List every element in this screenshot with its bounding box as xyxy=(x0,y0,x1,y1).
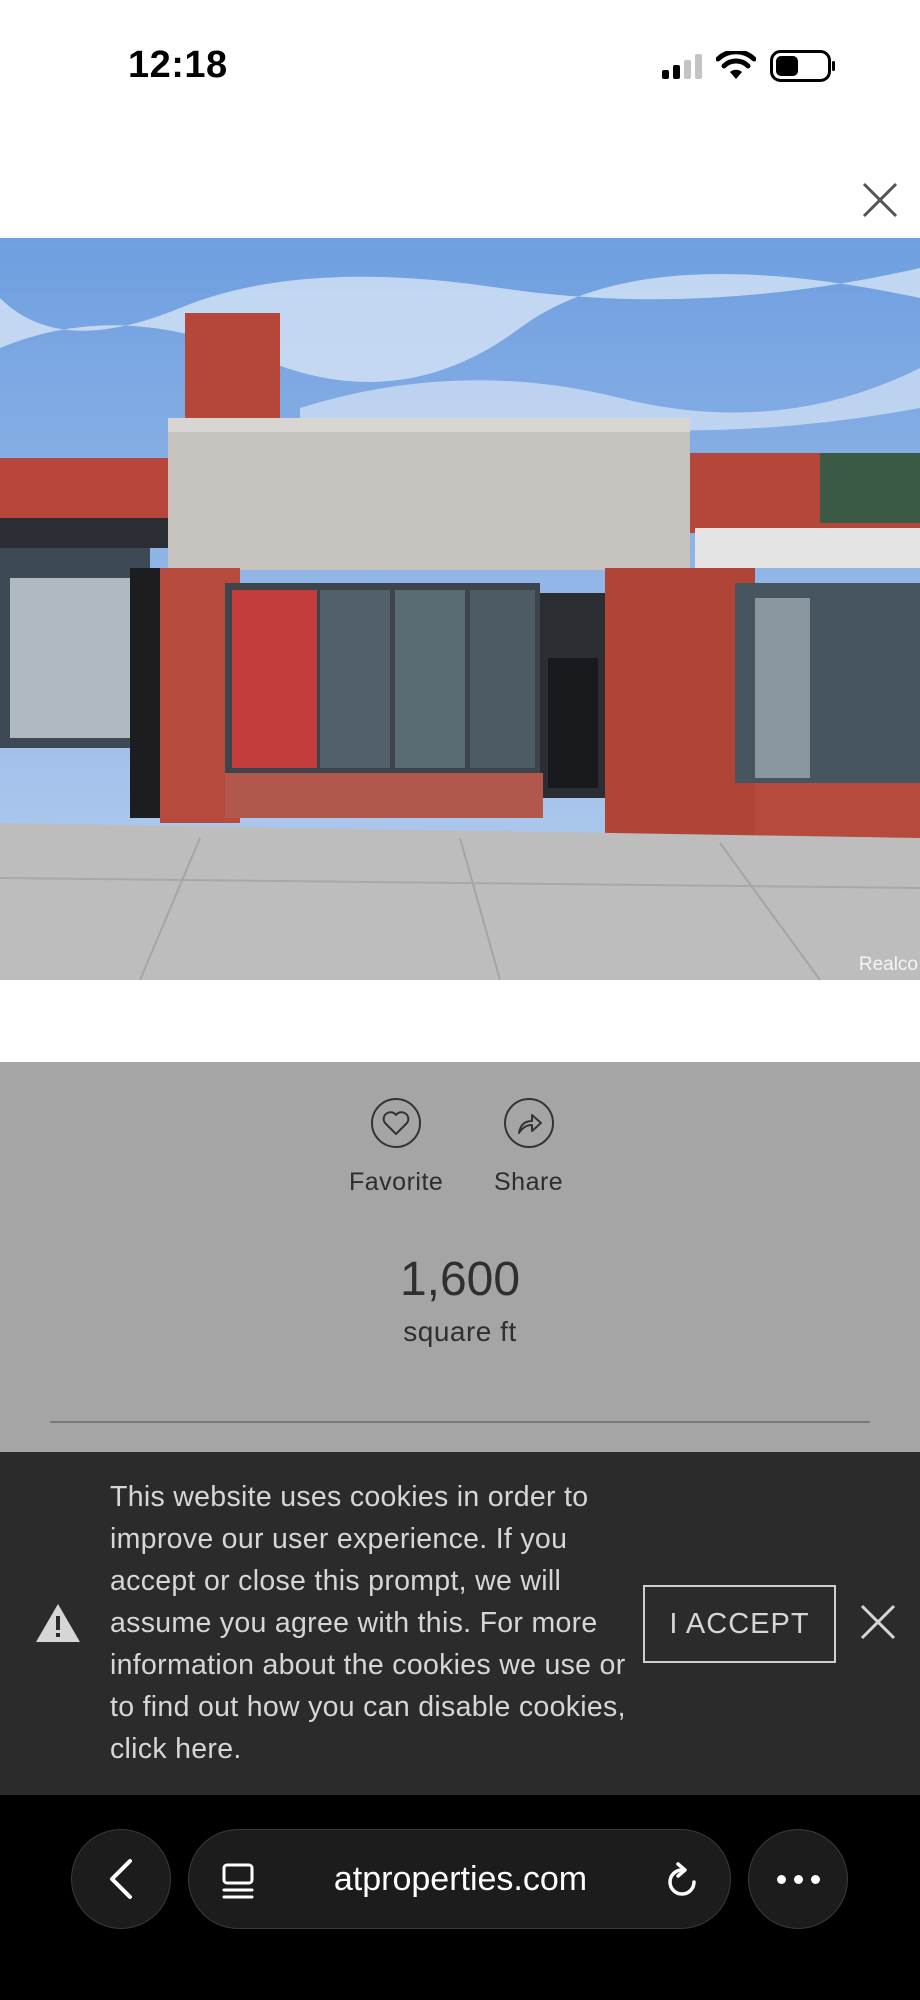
cellular-signal-icon xyxy=(662,53,702,79)
favorite-button[interactable]: Favorite xyxy=(349,1098,443,1197)
favorite-label: Favorite xyxy=(349,1168,444,1196)
more-dot xyxy=(793,1874,803,1884)
accept-cookies-button[interactable]: I ACCEPT xyxy=(643,1585,836,1663)
share-icon-circle xyxy=(503,1098,554,1148)
share-icon xyxy=(517,1114,542,1134)
more-dot xyxy=(776,1874,786,1884)
storefront-image xyxy=(0,238,920,980)
share-button[interactable]: Share xyxy=(494,1098,563,1197)
more-options-button[interactable] xyxy=(748,1829,848,1929)
status-bar: 12:18 xyxy=(0,0,920,135)
square-feet-unit: square ft xyxy=(403,1316,517,1347)
warning-icon xyxy=(36,1604,80,1642)
wifi-icon xyxy=(716,51,756,79)
close-cookie-banner-button[interactable] xyxy=(858,1602,898,1647)
reload-icon[interactable] xyxy=(664,1860,700,1900)
back-button[interactable] xyxy=(71,1829,171,1929)
status-icons xyxy=(662,50,836,82)
close-icon xyxy=(860,1604,896,1640)
listing-photo[interactable]: Realco xyxy=(0,238,920,980)
listing-details: Favorite Share 1,600 square ft xyxy=(0,1062,920,1452)
url-text: atproperties.com xyxy=(333,1860,588,1898)
share-label: Share xyxy=(494,1168,564,1196)
cookie-banner: This website uses cookies in order to im… xyxy=(0,1452,920,1795)
photo-watermark: Realco xyxy=(858,954,918,975)
more-dot xyxy=(810,1874,820,1884)
square-feet-value: 1,600 xyxy=(399,1253,521,1306)
battery-icon xyxy=(770,50,835,82)
chevron-left-icon xyxy=(110,1859,132,1899)
browser-toolbar: atproperties.com xyxy=(0,1795,920,2000)
close-gallery-button[interactable] xyxy=(856,176,904,224)
close-icon xyxy=(862,182,898,218)
favorite-icon-circle xyxy=(371,1098,422,1148)
cookie-message: This website uses cookies in order to im… xyxy=(110,1481,626,1765)
heart-icon xyxy=(382,1111,410,1135)
address-bar[interactable]: atproperties.com xyxy=(188,1829,731,1929)
divider xyxy=(50,1421,870,1423)
status-time: 12:18 xyxy=(128,44,228,86)
